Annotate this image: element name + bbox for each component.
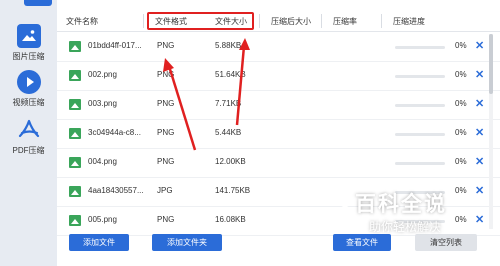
app-window: 图片压缩 视频压缩 PDF压缩 文件名称 文件格式 文件大小 压缩后大小 压缩率… bbox=[0, 0, 500, 266]
play-icon bbox=[16, 70, 41, 94]
sidebar-item-label: 视频压缩 bbox=[12, 98, 45, 107]
paw-icon bbox=[336, 191, 355, 208]
image-icon bbox=[16, 24, 41, 48]
watermark-title: 百科全说 bbox=[355, 193, 447, 216]
watermark: 百科全说 助你轻松解决 bbox=[335, 188, 495, 244]
add-folder-button[interactable]: 添加文件夹 bbox=[152, 234, 222, 251]
add-file-button[interactable]: 添加文件 bbox=[69, 234, 129, 251]
app-logo bbox=[24, 0, 52, 6]
pdf-icon bbox=[17, 118, 41, 142]
sidebar-item-label: 图片压缩 bbox=[12, 52, 45, 61]
watermark-subtitle: 助你轻松解决 bbox=[369, 220, 442, 234]
sidebar: 图片压缩 视频压缩 PDF压缩 bbox=[0, 0, 57, 266]
sidebar-item-video-compress[interactable]: 视频压缩 bbox=[0, 70, 57, 108]
sidebar-item-pdf-compress[interactable]: PDF压缩 bbox=[0, 118, 57, 156]
file-list-panel: 文件名称 文件格式 文件大小 压缩后大小 压缩率 压缩进度 01bdd4ff-0… bbox=[57, 0, 500, 266]
sidebar-item-image-compress[interactable]: 图片压缩 bbox=[0, 24, 57, 62]
sidebar-item-label: PDF压缩 bbox=[12, 146, 45, 155]
